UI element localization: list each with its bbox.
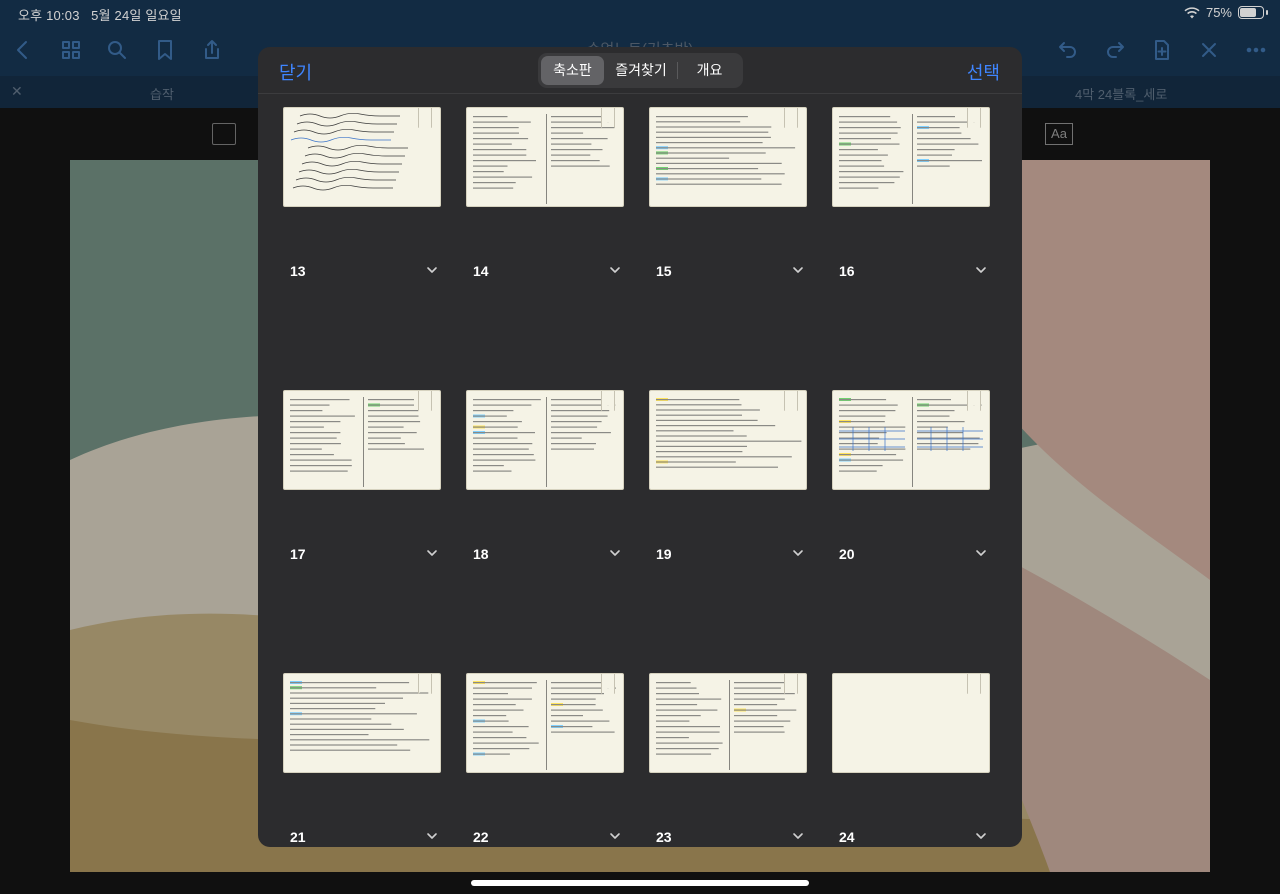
chevron-down-icon[interactable] (792, 265, 804, 275)
page-thumbnail-content (473, 680, 616, 770)
page-thumbnail-content (473, 114, 615, 204)
segment-favorites[interactable]: 즐겨찾기 (606, 56, 676, 85)
page-number: 20 (839, 546, 855, 562)
page-thumbnail-content (833, 674, 990, 773)
chevron-down-icon[interactable] (426, 831, 438, 841)
chevron-down-icon[interactable] (609, 548, 621, 558)
home-indicator[interactable] (471, 880, 809, 886)
page-thumbnail[interactable] (466, 673, 624, 773)
page-thumbnail-content (656, 116, 796, 185)
page-number: 19 (656, 546, 672, 562)
page-number: 13 (290, 263, 306, 279)
page-number: 18 (473, 546, 489, 562)
page-number: 23 (656, 829, 672, 845)
page-thumbnail-content (473, 397, 616, 487)
page-thumbnail[interactable] (832, 107, 990, 207)
page-thumbnail[interactable] (283, 390, 441, 490)
segment-outline[interactable]: 개요 (679, 56, 740, 85)
page-browser-sheet: 닫기 축소판 즐겨찾기 개요 선택 13 14 15 16 17 18 19 20 21 22 23… (258, 47, 1022, 847)
page-thumbnail-content (290, 112, 408, 191)
page-number: 14 (473, 263, 489, 279)
page-thumbnail-grid: 13 14 15 16 17 18 19 20 21 22 23 24 (258, 95, 1022, 847)
select-button[interactable]: 선택 (967, 59, 1000, 85)
page-thumbnail[interactable] (466, 390, 624, 490)
close-button[interactable]: 닫기 (279, 59, 312, 85)
page-thumbnail-content (290, 397, 424, 487)
page-number: 15 (656, 263, 672, 279)
view-segmented-control: 축소판 즐겨찾기 개요 (538, 53, 743, 88)
chevron-down-icon[interactable] (426, 548, 438, 558)
page-thumbnail[interactable] (649, 390, 807, 490)
page-number: 17 (290, 546, 306, 562)
chevron-down-icon[interactable] (975, 548, 987, 558)
page-number: 22 (473, 829, 489, 845)
chevron-down-icon[interactable] (609, 265, 621, 275)
page-thumbnail[interactable] (283, 107, 441, 207)
page-thumbnail[interactable] (466, 107, 624, 207)
chevron-down-icon[interactable] (792, 831, 804, 841)
page-thumbnail-content (290, 681, 430, 751)
page-thumbnail[interactable] (283, 673, 441, 773)
sheet-header: 닫기 축소판 즐겨찾기 개요 선택 (258, 47, 1022, 94)
page-thumbnail-content (839, 114, 982, 204)
page-thumbnail[interactable] (649, 107, 807, 207)
ipad-screen: 오후 10:03 5월 24일 일요일 75% 수업노트(기초반) ✕ 습작 4… (0, 0, 1280, 894)
chevron-down-icon[interactable] (975, 265, 987, 275)
segment-thumbnails[interactable]: 축소판 (541, 56, 604, 85)
page-thumbnail[interactable] (832, 390, 990, 490)
page-thumbnail-content (839, 397, 983, 487)
page-thumbnail-content (656, 398, 802, 468)
chevron-down-icon[interactable] (975, 831, 987, 841)
chevron-down-icon[interactable] (792, 548, 804, 558)
page-thumbnail[interactable] (649, 673, 807, 773)
chevron-down-icon[interactable] (426, 265, 438, 275)
page-thumbnail-content (656, 680, 797, 770)
page-number: 16 (839, 263, 855, 279)
chevron-down-icon[interactable] (609, 831, 621, 841)
page-number: 24 (839, 829, 855, 845)
page-thumbnail[interactable] (832, 673, 990, 773)
page-number: 21 (290, 829, 306, 845)
